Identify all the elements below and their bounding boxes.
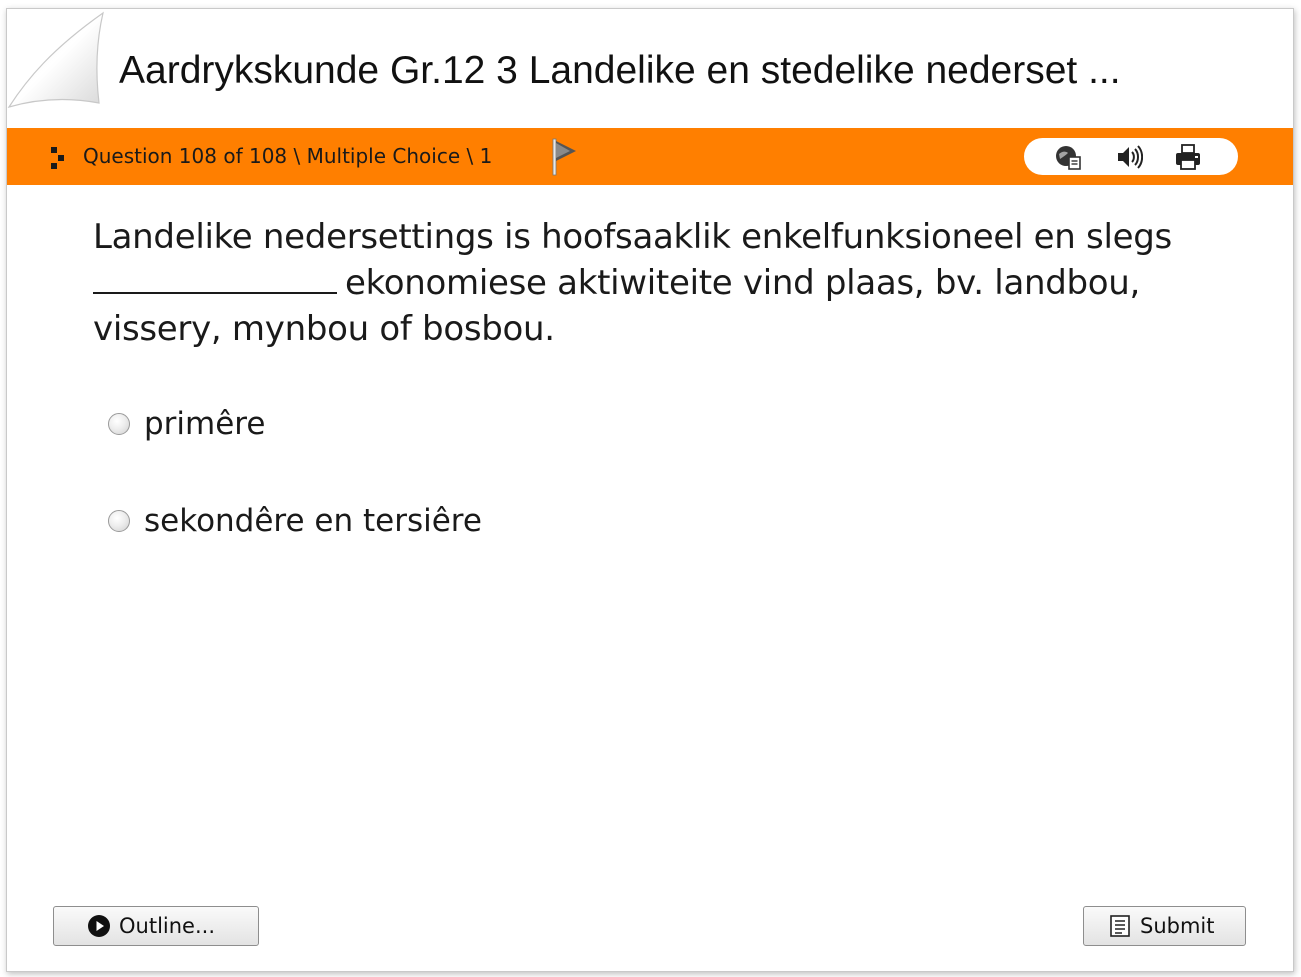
play-icon	[88, 915, 110, 937]
quiz-window: Aardrykskunde Gr.12 3 Landelike en stede…	[6, 8, 1294, 972]
flag-icon[interactable]	[550, 137, 580, 177]
question-toolbar: Question 108 of 108 \ Multiple Choice \ …	[7, 128, 1293, 185]
tool-pill	[1024, 138, 1238, 175]
submit-label: Submit	[1140, 914, 1215, 938]
radio-button[interactable]	[108, 413, 130, 435]
question-counter: Question 108 of 108 \ Multiple Choice \ …	[83, 144, 493, 168]
print-icon[interactable]	[1174, 143, 1202, 171]
outline-button[interactable]: Outline...	[53, 906, 259, 946]
submit-button[interactable]: Submit	[1083, 906, 1246, 946]
radio-button[interactable]	[108, 510, 130, 532]
choice-label: sekondêre en tersiêre	[144, 503, 482, 539]
choice-option-2[interactable]: sekondêre en tersiêre	[108, 501, 482, 541]
audio-icon[interactable]	[1115, 143, 1143, 171]
question-text: Landelike nedersettings is hoofsaaklik e…	[93, 214, 1243, 352]
answer-blank	[93, 262, 337, 294]
choice-option-1[interactable]: primêre	[108, 404, 265, 444]
page-title: Aardrykskunde Gr.12 3 Landelike en stede…	[119, 49, 1121, 92]
document-icon	[1110, 915, 1130, 937]
choice-label: primêre	[144, 406, 266, 442]
grip-icon	[51, 147, 64, 169]
outline-label: Outline...	[119, 914, 215, 938]
question-text-start: Landelike nedersettings is hoofsaaklik e…	[93, 217, 1172, 257]
reference-icon[interactable]	[1054, 143, 1082, 171]
page-curl-decoration	[7, 9, 107, 109]
